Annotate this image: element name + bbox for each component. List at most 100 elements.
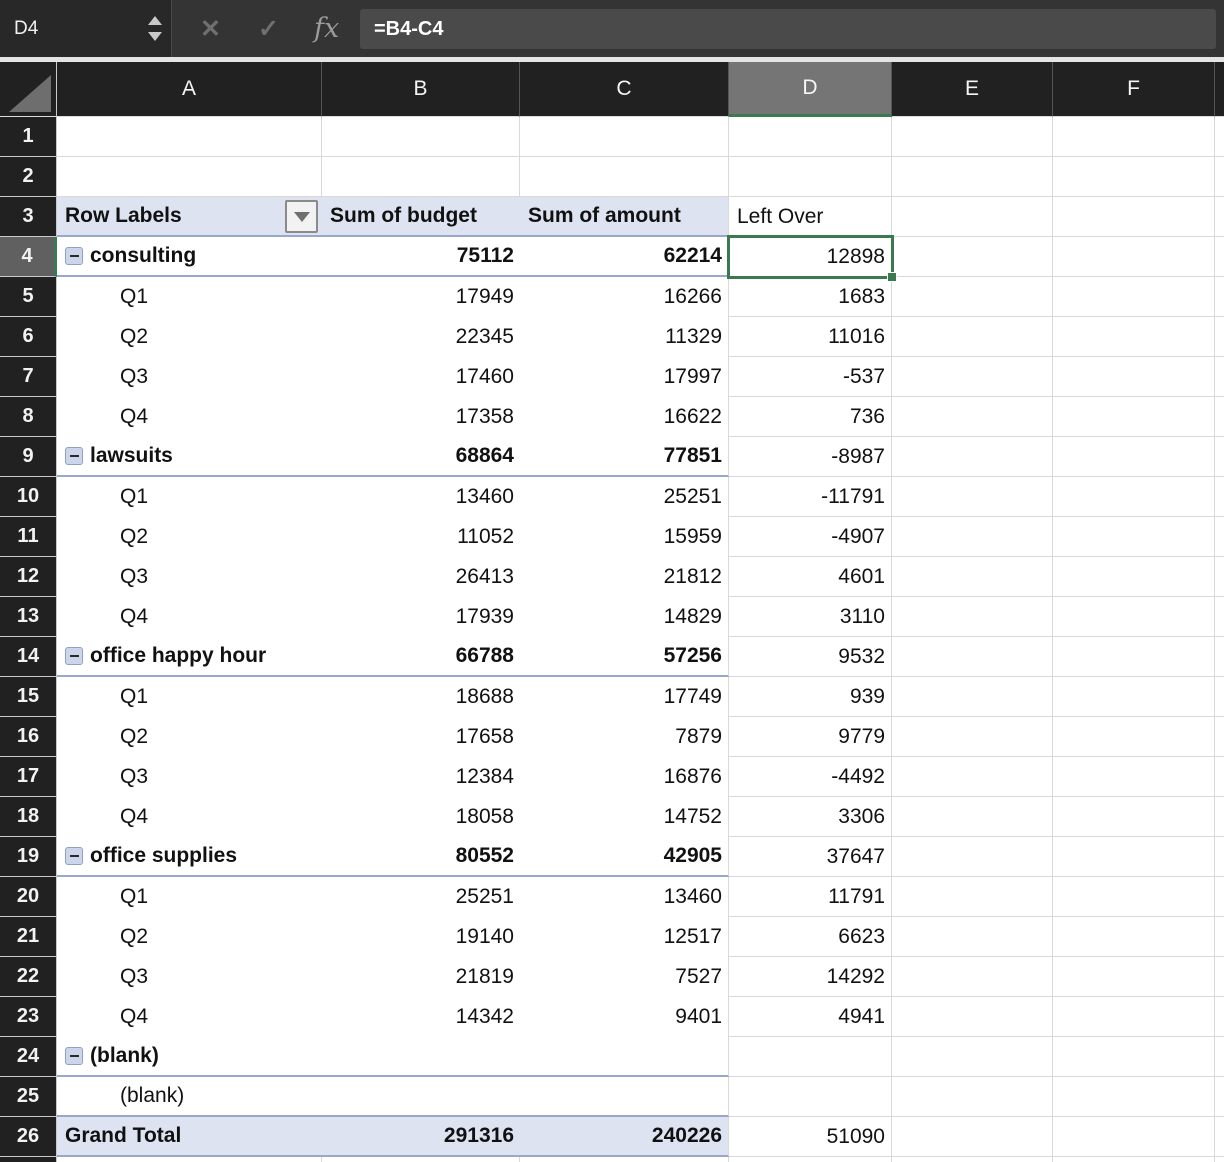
cell-C7[interactable]: 17997 <box>520 357 729 397</box>
row-header-13[interactable]: 13 <box>0 597 57 637</box>
cell-B9[interactable]: 68864 <box>322 437 520 477</box>
collapse-button[interactable] <box>65 847 83 865</box>
cell-C2[interactable] <box>520 157 729 197</box>
cell-A19[interactable]: office supplies <box>57 837 322 877</box>
cell-B3[interactable]: Sum of budget <box>322 197 520 237</box>
cell-B23[interactable]: 14342 <box>322 997 520 1037</box>
row-header-24[interactable]: 24 <box>0 1037 57 1077</box>
cell-D26[interactable]: 51090 <box>729 1117 892 1157</box>
row-header-10[interactable]: 10 <box>0 477 57 517</box>
cell-D12[interactable]: 4601 <box>729 557 892 597</box>
cell-F11[interactable] <box>1053 517 1215 557</box>
cell-A13[interactable]: Q4 <box>57 597 322 637</box>
fx-icon[interactable]: fx <box>314 0 339 57</box>
cell-E2[interactable] <box>892 157 1053 197</box>
row-header-12[interactable]: 12 <box>0 557 57 597</box>
cell-C24[interactable] <box>520 1037 729 1077</box>
cell-B10[interactable]: 13460 <box>322 477 520 517</box>
cell-F25[interactable] <box>1053 1077 1215 1117</box>
cell-G13[interactable] <box>1215 597 1224 637</box>
cell-D25[interactable] <box>729 1077 892 1117</box>
cell-A2[interactable] <box>57 157 322 197</box>
cell-E4[interactable] <box>892 237 1053 277</box>
cell-C16[interactable]: 7879 <box>520 717 729 757</box>
row-header-8[interactable]: 8 <box>0 397 57 437</box>
cell-B24[interactable] <box>322 1037 520 1077</box>
cell-G14[interactable] <box>1215 637 1224 677</box>
cell-C14[interactable]: 57256 <box>520 637 729 677</box>
cell-F21[interactable] <box>1053 917 1215 957</box>
cell-G1[interactable] <box>1215 117 1224 157</box>
cell-A9[interactable]: lawsuits <box>57 437 322 477</box>
cell-E9[interactable] <box>892 437 1053 477</box>
cell-A24[interactable]: (blank) <box>57 1037 322 1077</box>
collapse-button[interactable] <box>65 447 83 465</box>
cell-C15[interactable]: 17749 <box>520 677 729 717</box>
cell-G25[interactable] <box>1215 1077 1224 1117</box>
cell-G6[interactable] <box>1215 317 1224 357</box>
row-header-5[interactable]: 5 <box>0 277 57 317</box>
cell-D2[interactable] <box>729 157 892 197</box>
cell-F3[interactable] <box>1053 197 1215 237</box>
cell-F18[interactable] <box>1053 797 1215 837</box>
row-header-9[interactable]: 9 <box>0 437 57 477</box>
cell-A14[interactable]: office happy hour <box>57 637 322 677</box>
cell-C19[interactable]: 42905 <box>520 837 729 877</box>
cell-G9[interactable] <box>1215 437 1224 477</box>
cell-G24[interactable] <box>1215 1037 1224 1077</box>
cell-D14[interactable]: 9532 <box>729 637 892 677</box>
cell-B25[interactable] <box>322 1077 520 1117</box>
cell-F7[interactable] <box>1053 357 1215 397</box>
cell-A8[interactable]: Q4 <box>57 397 322 437</box>
cell-A18[interactable]: Q4 <box>57 797 322 837</box>
cell-G10[interactable] <box>1215 477 1224 517</box>
row-header-20[interactable]: 20 <box>0 877 57 917</box>
cell-G16[interactable] <box>1215 717 1224 757</box>
cell-D22[interactable]: 14292 <box>729 957 892 997</box>
cell-B12[interactable]: 26413 <box>322 557 520 597</box>
cell-G18[interactable] <box>1215 797 1224 837</box>
cell-D13[interactable]: 3110 <box>729 597 892 637</box>
collapse-button[interactable] <box>65 247 83 265</box>
row-header-15[interactable]: 15 <box>0 677 57 717</box>
cell-D7[interactable]: -537 <box>729 357 892 397</box>
cell-C5[interactable]: 16266 <box>520 277 729 317</box>
cell-D8[interactable]: 736 <box>729 397 892 437</box>
cell-A5[interactable]: Q1 <box>57 277 322 317</box>
cell-E18[interactable] <box>892 797 1053 837</box>
row-header-1[interactable]: 1 <box>0 117 57 157</box>
confirm-icon[interactable]: ✓ <box>258 0 279 57</box>
cell-F2[interactable] <box>1053 157 1215 197</box>
cell-F15[interactable] <box>1053 677 1215 717</box>
cell-D17[interactable]: -4492 <box>729 757 892 797</box>
cell-A7[interactable]: Q3 <box>57 357 322 397</box>
cell-A23[interactable]: Q4 <box>57 997 322 1037</box>
row-header-4[interactable]: 4 <box>0 237 57 277</box>
cell-C9[interactable]: 77851 <box>520 437 729 477</box>
cell-G5[interactable] <box>1215 277 1224 317</box>
cell-G21[interactable] <box>1215 917 1224 957</box>
cell-C3[interactable]: Sum of amount <box>520 197 729 237</box>
cell-F24[interactable] <box>1053 1037 1215 1077</box>
cell-A3[interactable]: Row Labels <box>57 197 322 237</box>
column-header-E[interactable]: E <box>892 62 1053 117</box>
row-header-6[interactable]: 6 <box>0 317 57 357</box>
cell-D18[interactable]: 3306 <box>729 797 892 837</box>
cell-D1[interactable] <box>729 117 892 157</box>
cell-G15[interactable] <box>1215 677 1224 717</box>
formula-input[interactable]: =B4-C4 <box>360 9 1216 49</box>
cell-E13[interactable] <box>892 597 1053 637</box>
cell-F5[interactable] <box>1053 277 1215 317</box>
cell-E26[interactable] <box>892 1117 1053 1157</box>
column-header-C[interactable]: C <box>520 62 729 117</box>
cell-G4[interactable] <box>1215 237 1224 277</box>
cell-B2[interactable] <box>322 157 520 197</box>
cell-A1[interactable] <box>57 117 322 157</box>
cell-E6[interactable] <box>892 317 1053 357</box>
cell-E8[interactable] <box>892 397 1053 437</box>
name-box-spinner[interactable] <box>140 0 170 57</box>
row-header-25[interactable]: 25 <box>0 1077 57 1117</box>
cell-D21[interactable]: 6623 <box>729 917 892 957</box>
cell-D4[interactable]: 12898 <box>729 237 892 277</box>
cell-G11[interactable] <box>1215 517 1224 557</box>
